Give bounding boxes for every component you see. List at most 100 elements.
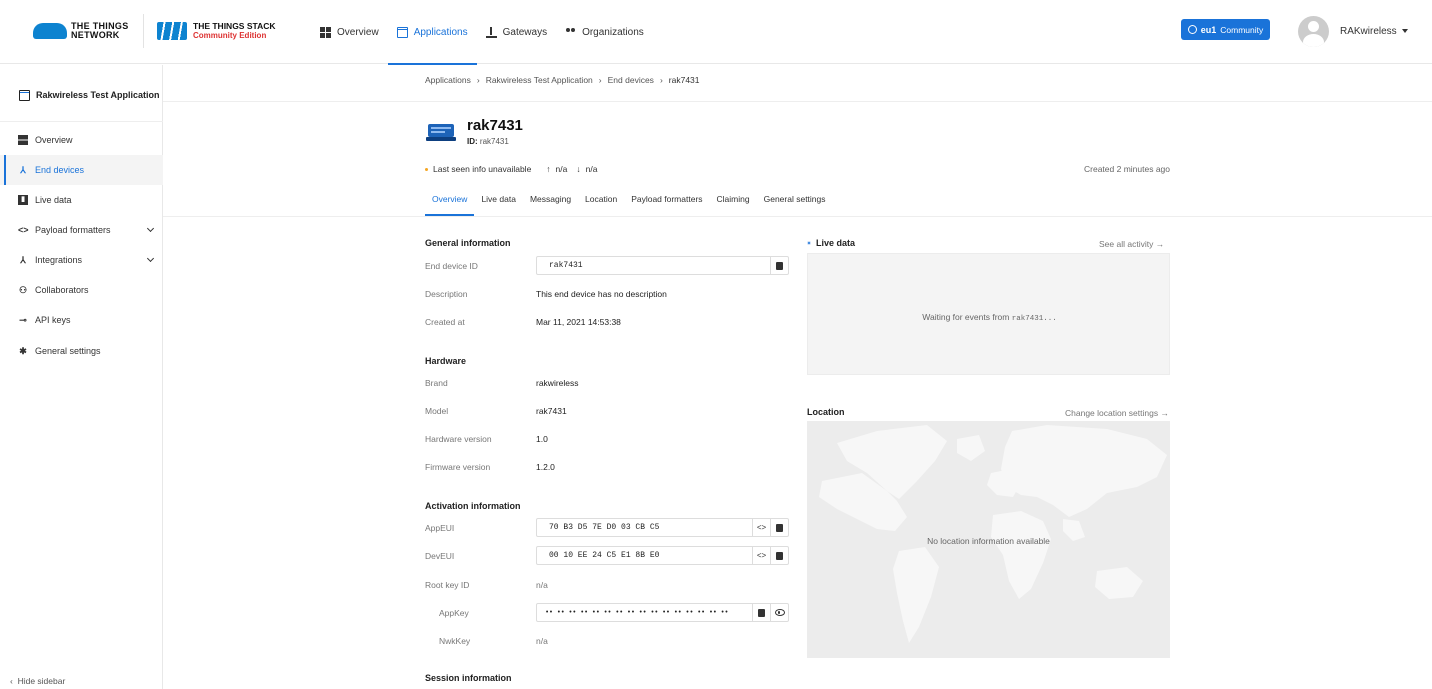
tab-overview[interactable]: Overview xyxy=(425,190,475,216)
code-icon: <> xyxy=(18,225,29,235)
tts-logo-edition: Community Edition xyxy=(193,31,267,40)
live-data-heading: Live data xyxy=(807,238,855,248)
tts-logo-icon xyxy=(157,22,187,40)
cluster-label: Community xyxy=(1220,24,1264,35)
sidebar-app-title[interactable]: Rakwireless Test Application xyxy=(0,81,163,109)
copy-icon xyxy=(776,261,783,270)
sidebar-item-overview[interactable]: Overview xyxy=(0,125,163,155)
live-indicator-icon xyxy=(807,241,811,245)
tabs-divider xyxy=(163,216,1432,217)
sidebar-item-label: Collaborators xyxy=(35,285,89,295)
nav-applications[interactable]: Applications xyxy=(387,0,477,65)
status-dot-icon xyxy=(425,167,428,171)
location-title: Location xyxy=(807,407,845,417)
chevron-right-icon: › xyxy=(659,75,663,85)
live-waiting-prefix: Waiting for events from xyxy=(922,312,1010,322)
root-key-id-value: n/a xyxy=(536,580,548,590)
end-device-id-field: rak7431 xyxy=(536,256,789,275)
sidebar-item-label: General settings xyxy=(35,346,101,356)
ttn-logo[interactable]: THE THINGS NETWORK xyxy=(33,20,143,42)
sidebar-item-integrations[interactable]: ⅄ Integrations xyxy=(0,245,163,275)
chevron-right-icon: › xyxy=(598,75,602,85)
tab-messaging[interactable]: Messaging xyxy=(523,190,578,216)
top-navigation-bar: THE THINGS NETWORK THE THINGS STACK Comm… xyxy=(0,0,1432,65)
main-nav: Overview Applications Gateways Organizat… xyxy=(311,0,653,65)
page-title: rak7431 xyxy=(467,117,523,134)
sidebar-item-label: Live data xyxy=(35,195,72,205)
sidebar-divider xyxy=(0,121,163,122)
device-image xyxy=(426,124,456,141)
tab-live-data[interactable]: Live data xyxy=(474,190,523,216)
toggle-format-button[interactable]: <> xyxy=(752,519,770,536)
sidebar-item-payload-formatters[interactable]: <> Payload formatters xyxy=(0,215,163,245)
tab-general-settings[interactable]: General settings xyxy=(757,190,833,216)
deveui-value: 00 10 EE 24 C5 E1 8B E0 xyxy=(549,551,660,560)
breadcrumb-applications[interactable]: Applications xyxy=(425,75,471,85)
sidebar-item-collaborators[interactable]: ⚇ Collaborators xyxy=(0,275,163,305)
sidebar-item-label: Integrations xyxy=(35,255,83,265)
hardware-heading: Hardware xyxy=(425,356,467,366)
live-data-panel: Waiting for events from rak7431... xyxy=(807,253,1170,375)
tab-payload-formatters[interactable]: Payload formatters xyxy=(624,190,709,216)
sidebar-item-general-settings[interactable]: ✱ General settings xyxy=(0,336,163,366)
copy-button[interactable] xyxy=(770,519,788,536)
nav-overview[interactable]: Overview xyxy=(311,0,388,64)
caret-down-icon[interactable] xyxy=(1402,29,1408,33)
nav-organizations[interactable]: Organizations xyxy=(556,0,653,64)
sidebar-app-title-label: Rakwireless Test Application xyxy=(36,90,160,100)
sidebar-item-label: End devices xyxy=(35,165,85,175)
tts-logo[interactable]: THE THINGS STACK Community Edition xyxy=(157,22,297,42)
downlink-count: n/a xyxy=(585,164,598,174)
copy-icon xyxy=(776,551,783,560)
appeui-label: AppEUI xyxy=(425,523,455,533)
uplink-count: n/a xyxy=(555,164,568,174)
sidebar-item-api-keys[interactable]: ⊸ API keys xyxy=(0,305,163,335)
sidebar-item-end-devices[interactable]: ⅄ End devices xyxy=(0,155,163,185)
hide-sidebar-label: Hide sidebar xyxy=(17,676,66,686)
tab-location[interactable]: Location xyxy=(578,190,624,216)
breadcrumb-application[interactable]: Rakwireless Test Application xyxy=(486,75,593,85)
created-at-value: Mar 11, 2021 14:53:38 xyxy=(536,317,621,327)
nav-gateways[interactable]: Gateways xyxy=(477,0,556,64)
copy-button[interactable] xyxy=(770,257,788,274)
chevron-down-icon[interactable] xyxy=(146,254,155,263)
breadcrumb-end-devices[interactable]: End devices xyxy=(608,75,654,85)
show-key-button[interactable] xyxy=(770,604,788,621)
device-status: Last seen info unavailable ↑ n/a ↓ n/a xyxy=(425,164,597,174)
chevron-right-icon: › xyxy=(476,75,480,85)
gear-icon: ✱ xyxy=(19,346,27,356)
application-icon xyxy=(19,89,30,101)
copy-button[interactable] xyxy=(770,547,788,564)
nav-gateways-label: Gateways xyxy=(502,26,548,38)
user-name[interactable]: RAKwireless xyxy=(1340,26,1397,37)
deveui-field: 00 10 EE 24 C5 E1 8B E0 <> xyxy=(536,546,789,565)
hardware-version-value: 1.0 xyxy=(536,434,548,444)
location-map[interactable]: No location information available xyxy=(807,421,1170,658)
tab-claiming[interactable]: Claiming xyxy=(710,190,757,216)
live-waiting-device: rak7431... xyxy=(1011,315,1057,323)
session-information-heading: Session information xyxy=(425,673,512,683)
sidebar-item-live-data[interactable]: ▮ Live data xyxy=(0,185,163,215)
appkey-field: •• •• •• •• •• •• •• •• •• •• •• •• •• •… xyxy=(536,603,789,622)
ttn-logo-line2: NETWORK xyxy=(71,30,120,40)
hide-sidebar-button[interactable]: ‹ Hide sidebar xyxy=(10,676,65,686)
live-data-icon: ▮ xyxy=(18,195,28,205)
see-all-activity-link[interactable]: See all activity → xyxy=(1099,239,1164,249)
appkey-value: •• •• •• •• •• •• •• •• •• •• •• •• •• •… xyxy=(545,609,729,617)
description-label: Description xyxy=(425,289,468,299)
toggle-format-button[interactable]: <> xyxy=(752,547,770,564)
live-waiting-message: Waiting for events from rak7431... xyxy=(808,312,1171,323)
cluster-selector-button[interactable]: eu1 Community xyxy=(1181,19,1270,40)
device-id-line: ID: rak7431 xyxy=(467,137,509,146)
key-icon: ⊸ xyxy=(19,315,27,325)
chevron-down-icon[interactable] xyxy=(146,224,155,233)
copy-button[interactable] xyxy=(752,604,770,621)
device-tabs: Overview Live data Messaging Location Pa… xyxy=(425,190,833,216)
change-location-settings-link[interactable]: Change location settings → xyxy=(1065,408,1169,418)
eye-icon xyxy=(774,609,785,616)
avatar[interactable] xyxy=(1298,16,1329,47)
application-icon xyxy=(396,26,408,38)
uplink-arrow-icon: ↑ xyxy=(546,164,551,174)
created-at-label: Created at xyxy=(425,317,465,327)
downlink-arrow-icon: ↓ xyxy=(576,164,581,174)
